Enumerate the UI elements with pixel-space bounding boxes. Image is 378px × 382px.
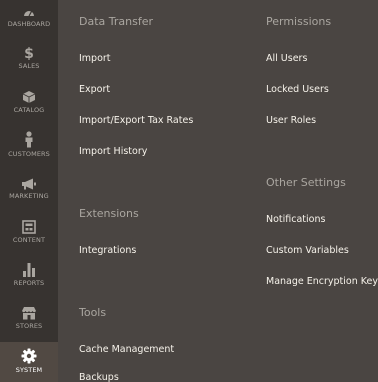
- menu-link-backups[interactable]: Backups: [79, 372, 119, 382]
- menu-link-cache-management[interactable]: Cache Management: [79, 344, 174, 355]
- nav-label-stores: STORES: [15, 322, 43, 330]
- admin-sidebar: DASHBOARD $ SALES CATALOG CUSTOMERS MARK…: [0, 0, 58, 382]
- section-title-tools: Tools: [79, 306, 107, 319]
- nav-label-content: CONTENT: [12, 236, 46, 244]
- admin-screen: DASHBOARD $ SALES CATALOG CUSTOMERS MARK…: [0, 0, 378, 382]
- section-title-other-settings: Other Settings: [266, 176, 346, 189]
- nav-item-sales[interactable]: $ SALES: [0, 46, 58, 74]
- dollar-icon: $: [24, 46, 34, 60]
- menu-link-manage-encryption-key[interactable]: Manage Encryption Key: [266, 276, 378, 287]
- system-flyout-menu: Data Transfer Import Export Import/Expor…: [58, 0, 378, 382]
- menu-link-import[interactable]: Import: [79, 53, 111, 64]
- nav-item-system[interactable]: SYSTEM: [0, 342, 58, 382]
- dashboard-icon: [24, 11, 34, 17]
- menu-link-export[interactable]: Export: [79, 84, 110, 95]
- menu-link-import-export-tax-rates[interactable]: Import/Export Tax Rates: [79, 115, 193, 126]
- svg-text:$: $: [24, 46, 34, 60]
- nav-item-reports[interactable]: REPORTS: [0, 262, 58, 292]
- gear-icon: [21, 348, 37, 364]
- section-title-permissions: Permissions: [266, 15, 332, 28]
- nav-item-catalog[interactable]: CATALOG: [0, 90, 58, 118]
- menu-link-locked-users[interactable]: Locked Users: [266, 84, 329, 95]
- layout-icon: [22, 220, 36, 234]
- nav-label-reports: REPORTS: [13, 279, 45, 287]
- megaphone-icon: [22, 178, 36, 190]
- nav-label-sales: SALES: [18, 62, 40, 70]
- nav-label-catalog: CATALOG: [13, 106, 45, 114]
- nav-item-content[interactable]: CONTENT: [0, 220, 58, 248]
- nav-label-customers: CUSTOMERS: [8, 150, 50, 158]
- box-icon: [22, 91, 36, 103]
- menu-link-import-history[interactable]: Import History: [79, 146, 147, 157]
- nav-label-marketing: MARKETING: [9, 192, 49, 200]
- menu-link-user-roles[interactable]: User Roles: [266, 115, 316, 126]
- menu-link-notifications[interactable]: Notifications: [266, 214, 325, 225]
- section-title-extensions: Extensions: [79, 207, 139, 220]
- menu-link-integrations[interactable]: Integrations: [79, 245, 136, 256]
- nav-label-system: SYSTEM: [15, 366, 43, 374]
- menu-link-all-users[interactable]: All Users: [266, 53, 307, 64]
- section-title-data-transfer: Data Transfer: [79, 15, 153, 28]
- nav-label-dashboard: DASHBOARD: [7, 20, 51, 28]
- storefront-icon: [22, 307, 36, 320]
- nav-item-marketing[interactable]: MARKETING: [0, 178, 58, 204]
- bar-chart-icon: [23, 263, 35, 277]
- menu-link-custom-variables[interactable]: Custom Variables: [266, 245, 349, 256]
- nav-item-customers[interactable]: CUSTOMERS: [0, 131, 58, 161]
- person-icon: [25, 131, 33, 148]
- nav-item-stores[interactable]: STORES: [0, 306, 58, 334]
- nav-item-dashboard[interactable]: DASHBOARD: [0, 6, 58, 32]
